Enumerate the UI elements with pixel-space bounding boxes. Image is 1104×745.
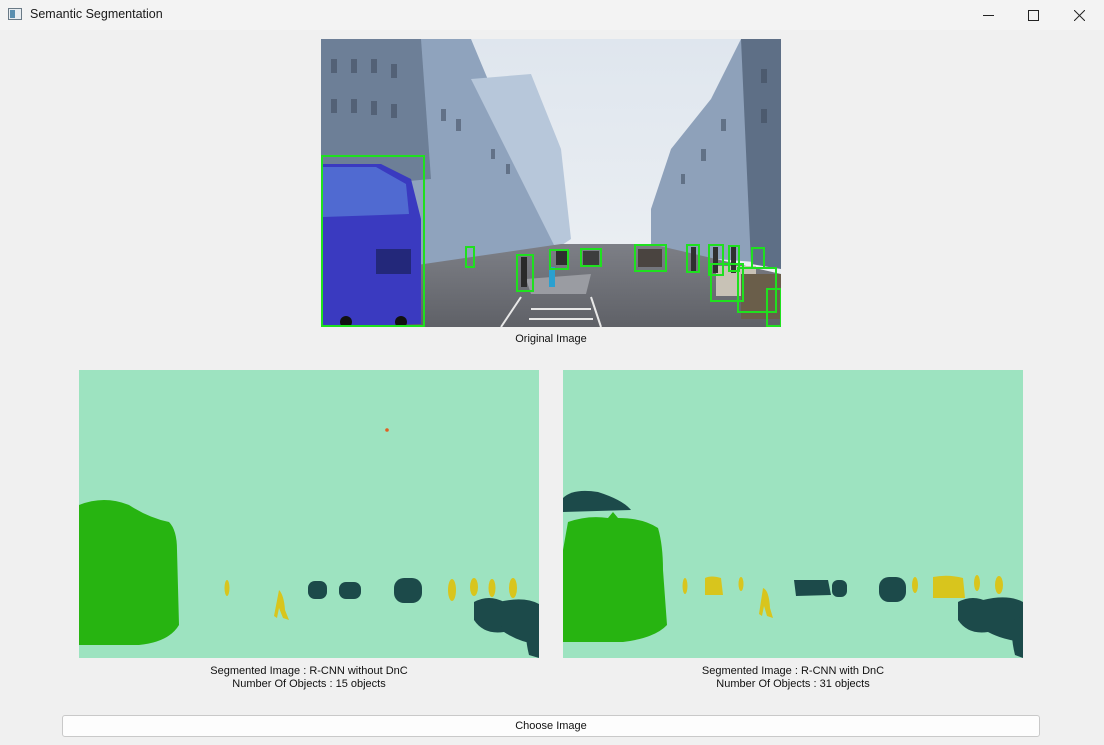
street-photo bbox=[321, 39, 781, 327]
left-caption: Segmented Image : R-CNN without DnC Numb… bbox=[79, 665, 539, 691]
segmentation-mask-left bbox=[79, 370, 539, 658]
segmented-image-with-dnc bbox=[563, 370, 1023, 658]
segmented-image-without-dnc bbox=[79, 370, 539, 658]
window-title: Semantic Segmentation bbox=[30, 7, 163, 21]
right-method-label: Segmented Image : R-CNN with DnC bbox=[701, 665, 885, 677]
minimize-button[interactable] bbox=[965, 0, 1011, 30]
minimize-icon bbox=[982, 14, 994, 16]
title-bar: Semantic Segmentation bbox=[0, 0, 1104, 30]
close-button[interactable] bbox=[1056, 0, 1102, 30]
original-image-caption: Original Image bbox=[515, 333, 587, 345]
close-icon bbox=[1073, 9, 1085, 21]
right-caption: Segmented Image : R-CNN with DnC Number … bbox=[563, 665, 1023, 691]
right-object-count: Number Of Objects : 31 objects bbox=[716, 678, 870, 690]
app-icon bbox=[8, 8, 22, 20]
choose-image-button[interactable]: Choose Image bbox=[62, 715, 1040, 737]
original-image bbox=[321, 39, 781, 327]
segmentation-mask-right bbox=[563, 370, 1023, 658]
left-object-count: Number Of Objects : 15 objects bbox=[232, 678, 386, 690]
maximize-button[interactable] bbox=[1010, 0, 1056, 30]
left-method-label: Segmented Image : R-CNN without DnC bbox=[210, 665, 408, 677]
maximize-icon bbox=[1027, 9, 1039, 21]
